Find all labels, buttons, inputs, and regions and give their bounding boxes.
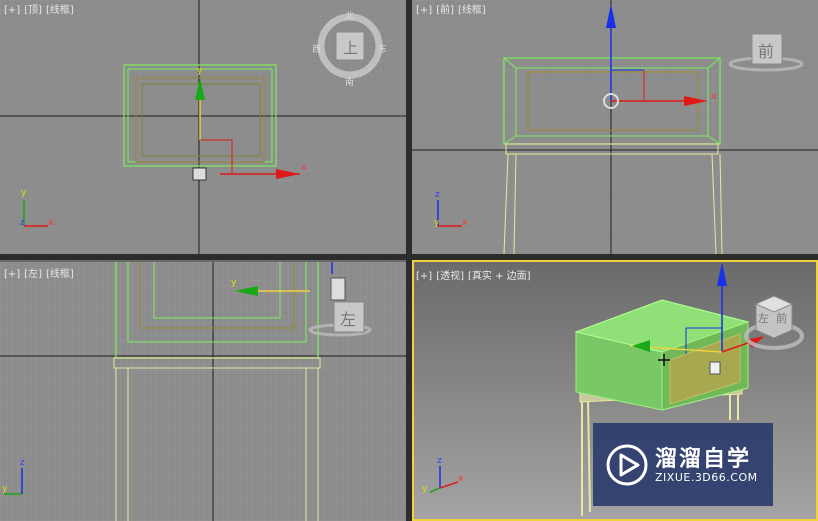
viewport-front[interactable]: x [+] [前] [线框] 前 z x y	[412, 0, 818, 254]
tripod-x-label: x	[458, 474, 464, 484]
viewcube-face-label: 前	[758, 42, 775, 61]
compass-west: 西	[312, 45, 322, 55]
viewport-divider-horizontal[interactable]	[0, 254, 818, 260]
viewport-shading-mode[interactable]: [线框]	[46, 269, 74, 280]
play-icon	[606, 444, 648, 486]
viewport-left-canvas	[0, 262, 406, 521]
viewcube-face-label: 前	[776, 312, 787, 325]
tripod-y-label: y	[434, 218, 440, 228]
viewport-left-label[interactable]: [+] [左] [线框]	[4, 265, 78, 280]
viewport-shading-mode[interactable]: [线框]	[458, 5, 486, 16]
viewport-view-name[interactable]: [顶]	[24, 5, 42, 16]
tripod-y-label: y	[422, 484, 428, 494]
viewport-front-label[interactable]: [+] [前] [线框]	[416, 1, 490, 16]
viewport-view-name[interactable]: [左]	[24, 269, 42, 280]
compass-north: 北	[345, 12, 355, 22]
viewport-top-label[interactable]: [+] [顶] [线框]	[4, 1, 78, 16]
viewport-menu-plus[interactable]: [+]	[416, 5, 432, 16]
watermark-brand: 溜溜自学	[655, 447, 752, 472]
viewport-perspective-label[interactable]: [+] [透视] [真实 + 边面]	[416, 267, 535, 282]
viewcube-face-label: 左	[340, 310, 357, 329]
tripod-y-label: y	[21, 188, 27, 198]
tripod-x-label: x	[462, 218, 468, 228]
tripod-y-label: y	[2, 484, 8, 494]
compass-south: 南	[345, 78, 355, 88]
svg-text:x: x	[711, 92, 717, 102]
tripod-z-label: z	[435, 190, 440, 200]
viewport-top[interactable]: y x [+] [顶] [线框] 上 北 南 西 东 y x z	[0, 0, 406, 254]
viewport-divider-vertical[interactable]	[406, 0, 412, 521]
gizmo-y-label: y	[197, 66, 203, 76]
viewport-shading-mode[interactable]: [真实 + 边面]	[468, 271, 531, 282]
tripod-x-label: x	[48, 218, 54, 228]
viewport-view-name[interactable]: [前]	[436, 5, 454, 16]
axis-tripod	[429, 466, 459, 493]
watermark-logo: 溜溜自学 ZIXUE.3D66.COM	[593, 423, 773, 506]
gizmo-x-label: x	[301, 163, 307, 173]
viewcube-face-label: 上	[343, 39, 359, 57]
compass-east: 东	[378, 45, 388, 55]
tripod-z-label: z	[20, 218, 25, 228]
viewport-view-name[interactable]: [透视]	[436, 271, 464, 282]
viewport-shading-mode[interactable]: [线框]	[46, 5, 74, 16]
viewport-menu-plus[interactable]: [+]	[4, 269, 20, 280]
viewcube-face-label: 左	[758, 312, 769, 325]
gizmo-y-label: y	[231, 278, 237, 288]
tripod-z-label: z	[20, 458, 25, 468]
tripod-z-label: z	[437, 456, 442, 466]
viewport-menu-plus[interactable]: [+]	[4, 5, 20, 16]
viewport-left[interactable]: [+] [左] [线框] y 左 z y	[0, 262, 406, 521]
watermark-site: ZIXUE.3D66.COM	[655, 471, 758, 484]
viewport-menu-plus[interactable]: [+]	[416, 271, 432, 282]
